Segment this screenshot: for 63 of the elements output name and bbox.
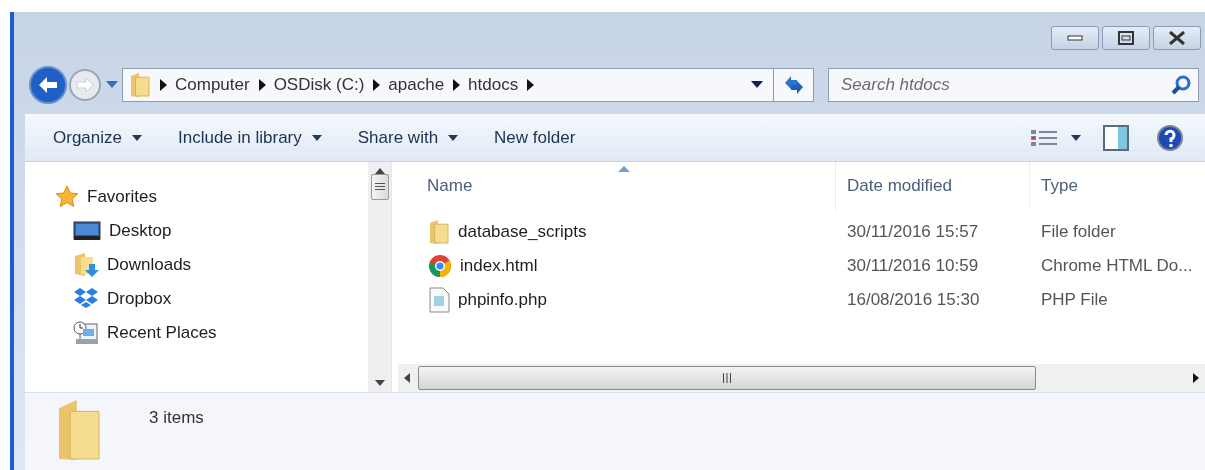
browser-logo-icon bbox=[428, 254, 452, 278]
scroll-down-icon[interactable] bbox=[374, 380, 385, 386]
refresh-arrows-icon bbox=[782, 75, 805, 95]
refresh-button[interactable] bbox=[774, 68, 814, 102]
table-cell: 16/08/2016 15:30 bbox=[847, 290, 980, 310]
table-cell: 30/11/2016 15:57 bbox=[847, 222, 979, 242]
table-cell: 30/11/2016 10:59 bbox=[847, 256, 979, 276]
toolbar-button[interactable]: Organize bbox=[43, 120, 152, 155]
folder-icon bbox=[57, 399, 101, 461]
sidebar-item[interactable]: Favorites bbox=[25, 180, 368, 214]
table-cell: Chrome HTML Do... bbox=[1041, 256, 1193, 276]
maximize-icon bbox=[1118, 31, 1134, 45]
table-cell: File folder bbox=[1041, 222, 1116, 242]
close-icon bbox=[1169, 31, 1185, 45]
document-icon bbox=[428, 287, 450, 313]
column-header[interactable]: Date modified bbox=[836, 162, 1030, 210]
chevron-right-icon[interactable] bbox=[257, 79, 266, 91]
back-button[interactable] bbox=[28, 65, 68, 105]
item-count: 3 items bbox=[149, 407, 204, 429]
sidebar-item[interactable]: Recent Places bbox=[25, 316, 368, 350]
toolbar-button[interactable]: Share with bbox=[347, 120, 469, 155]
toolbar-button[interactable]: New folder bbox=[484, 120, 586, 155]
pane-layout-icon bbox=[1103, 124, 1129, 151]
maximize-button[interactable] bbox=[1102, 26, 1150, 50]
table-cell: PHP File bbox=[1041, 290, 1108, 310]
address-dropdown-icon[interactable] bbox=[751, 81, 763, 89]
breadcrumb-item[interactable]: OSDisk (C:) bbox=[273, 72, 365, 98]
history-dropdown-icon[interactable] bbox=[106, 81, 118, 89]
sidebar-item[interactable]: Downloads bbox=[25, 248, 368, 282]
monitor-icon bbox=[73, 221, 101, 241]
star-icon bbox=[55, 185, 79, 209]
download-folder-icon bbox=[73, 252, 99, 278]
file-name[interactable]: phpinfo.php bbox=[458, 287, 547, 313]
address-bar[interactable]: Computer OSDisk (C:) apache htdocs bbox=[122, 68, 774, 102]
close-button[interactable] bbox=[1153, 26, 1201, 50]
scrollbar-thumb[interactable] bbox=[370, 174, 389, 200]
breadcrumb-item[interactable]: apache bbox=[388, 72, 445, 98]
details-list-icon bbox=[1031, 128, 1057, 147]
breadcrumb-item[interactable]: Computer bbox=[175, 72, 250, 98]
file-name[interactable]: index.html bbox=[460, 253, 538, 279]
file-name[interactable]: database_scripts bbox=[458, 219, 587, 245]
sidebar-item[interactable]: Dropbox bbox=[25, 282, 368, 316]
column-header[interactable]: Name bbox=[398, 162, 836, 210]
folder-icon bbox=[428, 219, 450, 245]
search-icon[interactable] bbox=[1171, 75, 1191, 95]
chevron-right-icon[interactable] bbox=[452, 79, 461, 91]
breadcrumb-item[interactable]: htdocs bbox=[468, 72, 519, 98]
scrollbar-thumb[interactable] bbox=[418, 366, 1036, 390]
scroll-left-icon[interactable] bbox=[404, 373, 410, 383]
column-header[interactable]: Type bbox=[1030, 162, 1200, 210]
recent-places-icon bbox=[73, 321, 99, 345]
minimize-icon bbox=[1067, 35, 1083, 41]
sidebar-item[interactable]: Desktop bbox=[25, 214, 368, 248]
chevron-right-icon[interactable] bbox=[526, 79, 535, 91]
caret-icon bbox=[1071, 134, 1081, 141]
chevron-right-icon[interactable] bbox=[372, 79, 381, 91]
search-field[interactable]: Search htdocs bbox=[828, 68, 1199, 102]
scroll-right-icon[interactable] bbox=[1193, 373, 1199, 383]
toolbar-button[interactable]: Include in library bbox=[168, 120, 332, 155]
chevron-right-icon[interactable] bbox=[159, 79, 167, 91]
diamonds-icon bbox=[73, 287, 99, 311]
help-icon bbox=[1157, 124, 1183, 151]
folder-icon bbox=[129, 72, 151, 98]
